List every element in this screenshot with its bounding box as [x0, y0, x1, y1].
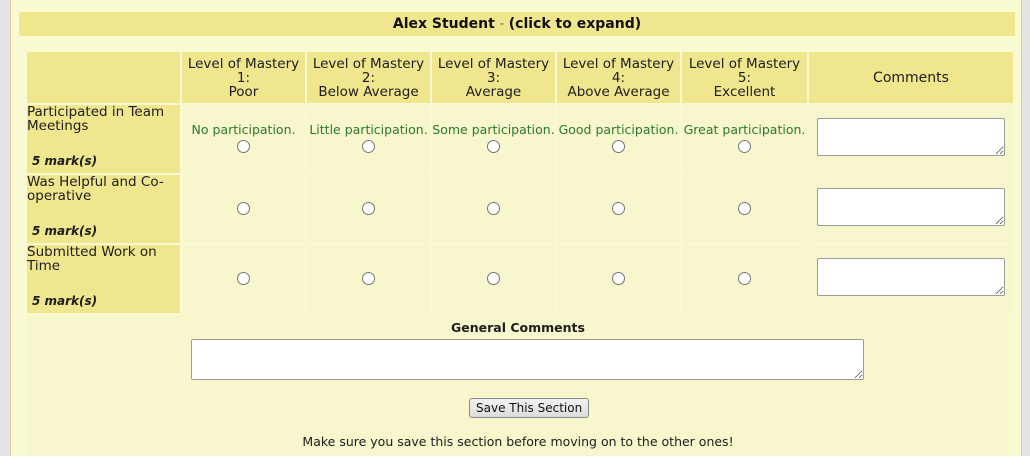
level-description: Good participation. — [558, 121, 679, 137]
criterion-label: Participated in Team Meetings 5 mark(s) — [27, 105, 180, 173]
level-radio[interactable] — [612, 271, 625, 285]
criterion-label: Submitted Work on Time 5 mark(s) — [27, 245, 180, 313]
criterion-marks: 5 mark(s) — [32, 224, 98, 238]
level-radio[interactable] — [612, 201, 625, 215]
level-description: Little participation. — [309, 121, 428, 137]
rubric-table: Level of Mastery 1: Poor Level of Master… — [25, 50, 1015, 315]
criterion-marks: 5 mark(s) — [32, 294, 98, 308]
level-header: Level of Mastery 1: Poor — [182, 52, 305, 103]
rubric-header-row: Level of Mastery 1: Poor Level of Master… — [27, 52, 1013, 103]
level-radio[interactable] — [362, 201, 375, 215]
criterion-marks: 5 mark(s) — [32, 154, 98, 168]
comments-cell — [809, 105, 1013, 173]
level-radio[interactable] — [738, 271, 751, 285]
level-name: Average — [465, 83, 522, 100]
level-description: No participation. — [191, 121, 296, 137]
level-radio[interactable] — [237, 201, 250, 215]
criterion-comment-field[interactable] — [817, 118, 1005, 156]
level-radio[interactable] — [362, 271, 375, 285]
level-cell — [307, 175, 430, 243]
level-name: Above Average — [567, 83, 670, 100]
level-radio[interactable] — [738, 201, 751, 215]
level-header: Level of Mastery 2: Below Average — [307, 52, 430, 103]
level-cell — [557, 245, 680, 313]
criterion-comment-field[interactable] — [817, 188, 1005, 226]
criterion-row: Participated in Team Meetings 5 mark(s) … — [27, 105, 1013, 173]
level-cell: Some participation. — [432, 105, 555, 173]
student-header[interactable]: Alex Student - (click to expand) — [19, 12, 1015, 36]
level-cell: No participation. — [182, 105, 305, 173]
level-radio[interactable] — [237, 271, 250, 285]
evaluation-panel: Alex Student - (click to expand) Level o… — [10, 0, 1022, 456]
level-cell: Little participation. — [307, 105, 430, 173]
level-name: Excellent — [713, 83, 776, 100]
level-header: Level of Mastery 5: Excellent — [682, 52, 807, 103]
level-radio[interactable] — [487, 271, 500, 285]
level-cell — [182, 175, 305, 243]
criterion-comment-field[interactable] — [817, 258, 1005, 296]
level-cell — [307, 245, 430, 313]
level-cell — [557, 175, 680, 243]
level-cell: Great participation. — [682, 105, 807, 173]
level-cell — [682, 245, 807, 313]
criterion-name: Participated in Team Meetings — [27, 104, 165, 134]
criterion-label: Was Helpful and Co-operative 5 mark(s) — [27, 175, 180, 243]
criterion-row: Was Helpful and Co-operative 5 mark(s) — [27, 175, 1013, 243]
level-cell — [182, 245, 305, 313]
general-comments-title: General Comments — [451, 320, 585, 335]
save-reminder: Make sure you save this section before m… — [302, 434, 734, 449]
criterion-name: Was Helpful and Co-operative — [27, 174, 164, 204]
level-cell: Good participation. — [557, 105, 680, 173]
level-name: Below Average — [318, 83, 419, 100]
comments-header: Comments — [809, 52, 1013, 103]
level-cell — [432, 245, 555, 313]
criteria-header-blank — [27, 52, 180, 103]
level-cell — [432, 175, 555, 243]
general-comments-section: General Comments Save This Section Make … — [27, 314, 1009, 456]
comments-cell — [809, 175, 1013, 243]
student-name: Alex Student — [392, 16, 495, 32]
level-radio[interactable] — [738, 139, 751, 153]
criterion-name: Submitted Work on Time — [27, 244, 157, 274]
general-comments-field[interactable] — [191, 339, 864, 380]
level-radio[interactable] — [362, 139, 375, 153]
level-header: Level of Mastery 4: Above Average — [557, 52, 680, 103]
criterion-row: Submitted Work on Time 5 mark(s) — [27, 245, 1013, 313]
level-radio[interactable] — [487, 201, 500, 215]
header-separator: - — [494, 16, 509, 32]
save-section-button[interactable]: Save This Section — [469, 398, 590, 418]
level-radio[interactable] — [237, 139, 250, 153]
level-description: Great participation. — [683, 121, 806, 137]
expand-link[interactable]: (click to expand) — [509, 16, 641, 32]
level-description: Some participation. — [432, 121, 555, 137]
level-radio[interactable] — [612, 139, 625, 153]
level-header: Level of Mastery 3: Average — [432, 52, 555, 103]
level-radio[interactable] — [487, 139, 500, 153]
comments-cell — [809, 245, 1013, 313]
level-cell — [682, 175, 807, 243]
level-name: Poor — [228, 83, 259, 100]
